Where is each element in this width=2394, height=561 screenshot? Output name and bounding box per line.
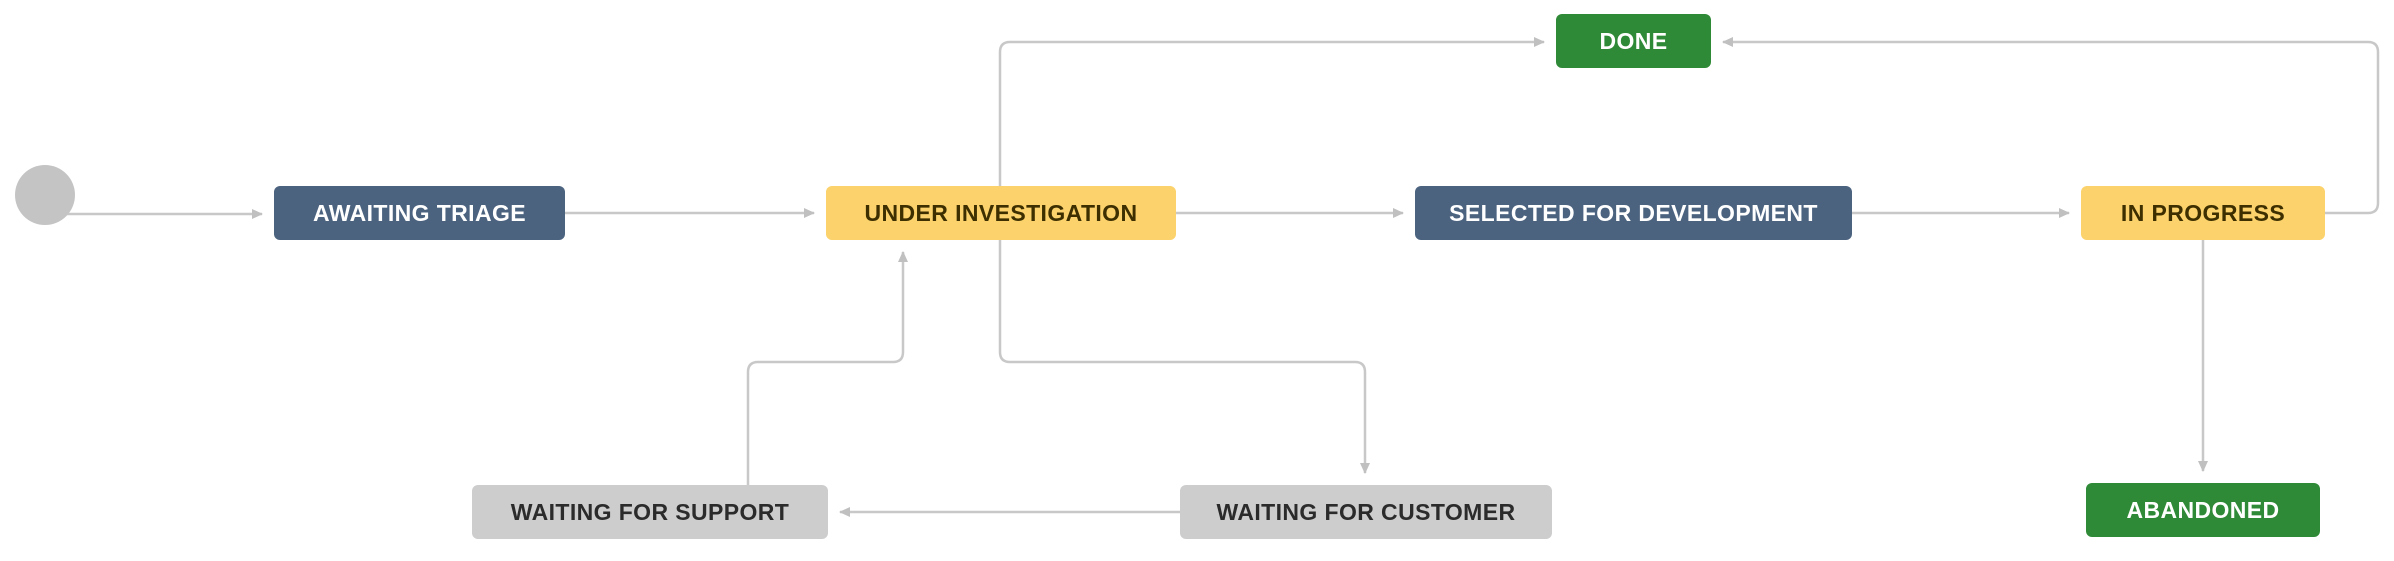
- edge-waiting-for-support-to-under-investigation: [746, 251, 908, 485]
- node-label: SELECTED FOR DEVELOPMENT: [1449, 199, 1818, 226]
- edge-under-investigation-to-waiting-for-customer: [998, 240, 1370, 474]
- workflow-diagram-canvas: AWAITING TRIAGE UNDER INVESTIGATION SELE…: [0, 0, 2394, 561]
- node-label: ABANDONED: [2126, 496, 2280, 523]
- node-under-investigation[interactable]: UNDER INVESTIGATION: [826, 186, 1176, 240]
- node-awaiting-triage[interactable]: AWAITING TRIAGE: [274, 186, 565, 240]
- node-label: DONE: [1599, 27, 1668, 54]
- node-selected-for-development[interactable]: SELECTED FOR DEVELOPMENT: [1415, 186, 1852, 240]
- node-label: UNDER INVESTIGATION: [864, 199, 1138, 226]
- node-done[interactable]: DONE: [1556, 14, 1711, 68]
- node-label: WAITING FOR CUSTOMER: [1216, 498, 1516, 525]
- edge-under-investigation-to-done: [998, 37, 1545, 186]
- node-waiting-for-support[interactable]: WAITING FOR SUPPORT: [472, 485, 828, 539]
- node-abandoned[interactable]: ABANDONED: [2086, 483, 2320, 537]
- edge-layer: [43, 37, 2380, 517]
- node-label: WAITING FOR SUPPORT: [510, 498, 790, 525]
- node-waiting-for-customer[interactable]: WAITING FOR CUSTOMER: [1180, 485, 1552, 539]
- node-in-progress[interactable]: IN PROGRESS: [2081, 186, 2325, 240]
- start-node[interactable]: [15, 165, 75, 225]
- edge-start-to-awaiting-triage: [43, 205, 263, 224]
- node-label: AWAITING TRIAGE: [313, 199, 526, 226]
- node-label: IN PROGRESS: [2120, 199, 2286, 226]
